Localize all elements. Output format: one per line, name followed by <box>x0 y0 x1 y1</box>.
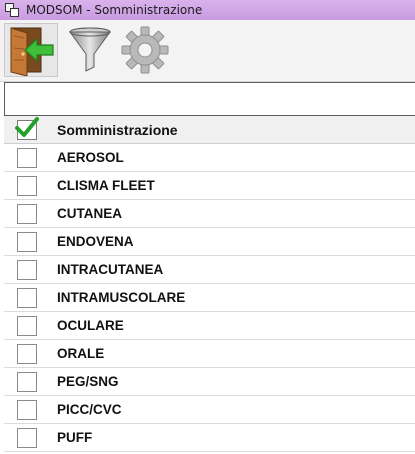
list-item[interactable]: INTRAMUSCOLARE <box>4 284 415 312</box>
row-label: OCULARE <box>57 318 124 333</box>
row-checkbox-cell[interactable] <box>4 424 50 451</box>
search-input[interactable] <box>5 83 415 115</box>
exit-button[interactable] <box>4 23 58 77</box>
row-checkbox[interactable] <box>17 343 37 364</box>
list-item[interactable]: PICC/CVC <box>4 396 415 424</box>
row-checkbox-cell[interactable] <box>4 144 50 171</box>
window-title: MODSOM - Somministrazione <box>26 3 203 17</box>
row-label: INTRACUTANEA <box>57 262 164 277</box>
list-item[interactable]: ENDOVENA <box>4 228 415 256</box>
list-item[interactable]: CLISMA FLEET <box>4 172 415 200</box>
list-item[interactable]: ORALE <box>4 340 415 368</box>
row-checkbox-cell[interactable] <box>4 312 50 339</box>
row-label: PEG/SNG <box>57 374 119 389</box>
list-item[interactable]: CUTANEA <box>4 200 415 228</box>
grid-header-row: Somministrazione <box>4 116 415 144</box>
checkmark-icon <box>15 116 39 137</box>
toolbar <box>0 20 415 82</box>
list-item[interactable]: OCULARE <box>4 312 415 340</box>
settings-button[interactable] <box>118 23 172 77</box>
row-label: ENDOVENA <box>57 234 134 249</box>
row-checkbox[interactable] <box>17 427 37 448</box>
gear-icon <box>121 26 169 74</box>
row-checkbox[interactable] <box>17 231 37 252</box>
row-checkbox-cell[interactable] <box>4 284 50 311</box>
app-icon <box>4 2 20 18</box>
row-label: ORALE <box>57 346 105 361</box>
row-checkbox-cell[interactable] <box>4 368 50 395</box>
row-label: INTRAMUSCOLARE <box>57 290 186 305</box>
row-label: PICC/CVC <box>57 402 122 417</box>
title-bar: MODSOM - Somministrazione <box>0 0 415 20</box>
row-checkbox[interactable] <box>17 259 37 280</box>
row-checkbox[interactable] <box>17 371 37 392</box>
list-item[interactable]: PEG/SNG <box>4 368 415 396</box>
row-checkbox-cell[interactable] <box>4 200 50 227</box>
row-checkbox[interactable] <box>17 399 37 420</box>
select-all-cell[interactable] <box>4 116 50 143</box>
row-label: AEROSOL <box>57 150 124 165</box>
row-checkbox[interactable] <box>17 203 37 224</box>
funnel-filter-icon <box>69 27 111 72</box>
row-checkbox-cell[interactable] <box>4 256 50 283</box>
row-label: CLISMA FLEET <box>57 178 155 193</box>
row-checkbox[interactable] <box>17 315 37 336</box>
list-item[interactable]: INTRACUTANEA <box>4 256 415 284</box>
list-item[interactable]: PUFF <box>4 424 415 452</box>
column-header-somministrazione[interactable]: Somministrazione <box>57 122 178 138</box>
row-checkbox-cell[interactable] <box>4 396 50 423</box>
row-checkbox-cell[interactable] <box>4 172 50 199</box>
filter-bar <box>4 82 415 116</box>
row-checkbox-cell[interactable] <box>4 340 50 367</box>
row-label: CUTANEA <box>57 206 122 221</box>
row-checkbox[interactable] <box>17 287 37 308</box>
row-label: PUFF <box>57 430 93 445</box>
exit-door-icon <box>10 27 54 77</box>
list-item[interactable]: AEROSOL <box>4 144 415 172</box>
somministrazione-grid: Somministrazione AEROSOL CLISMA FLEET CUTA… <box>4 116 415 452</box>
filter-button[interactable] <box>63 23 117 77</box>
row-checkbox[interactable] <box>17 147 37 168</box>
row-checkbox[interactable] <box>17 175 37 196</box>
select-all-checkbox[interactable] <box>15 116 39 140</box>
row-checkbox-cell[interactable] <box>4 228 50 255</box>
